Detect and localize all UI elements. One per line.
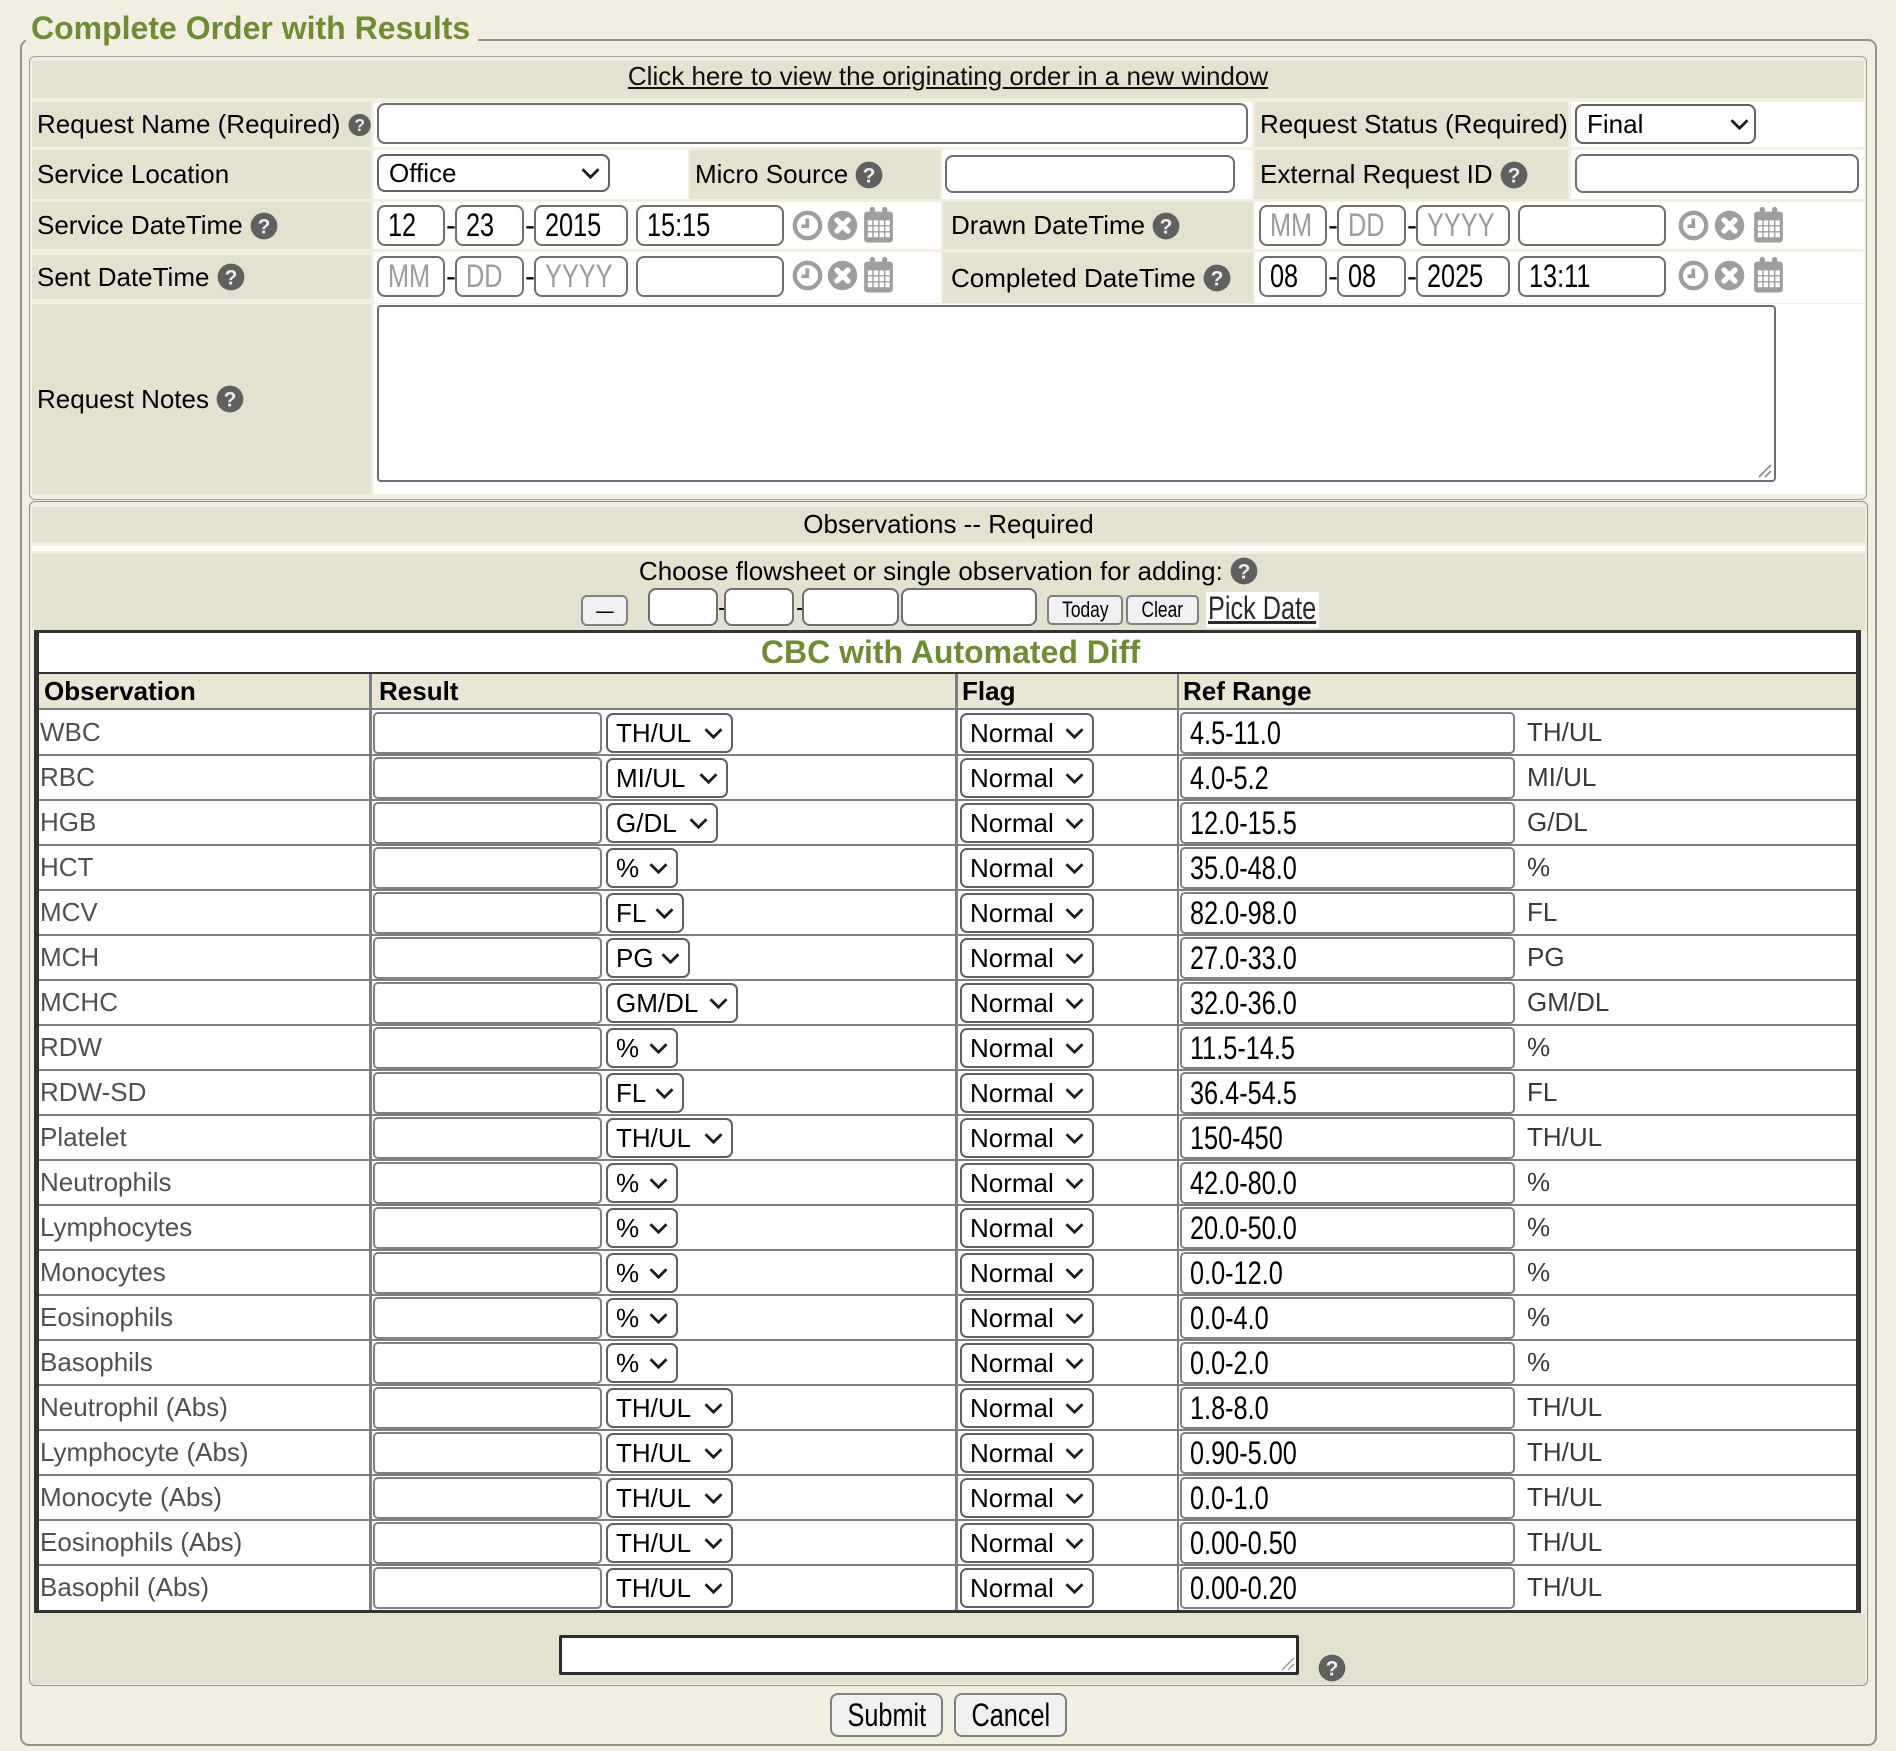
svg-text:?: ?	[863, 164, 876, 187]
svg-text:?: ?	[1211, 268, 1224, 291]
svg-text:?: ?	[354, 115, 365, 135]
svg-text:?: ?	[1507, 164, 1520, 187]
svg-text:?: ?	[1326, 1658, 1339, 1681]
svg-text:?: ?	[1238, 561, 1251, 584]
svg-text:?: ?	[257, 215, 270, 238]
svg-text:?: ?	[224, 267, 237, 290]
svg-text:?: ?	[224, 389, 237, 412]
svg-text:?: ?	[1160, 215, 1173, 238]
